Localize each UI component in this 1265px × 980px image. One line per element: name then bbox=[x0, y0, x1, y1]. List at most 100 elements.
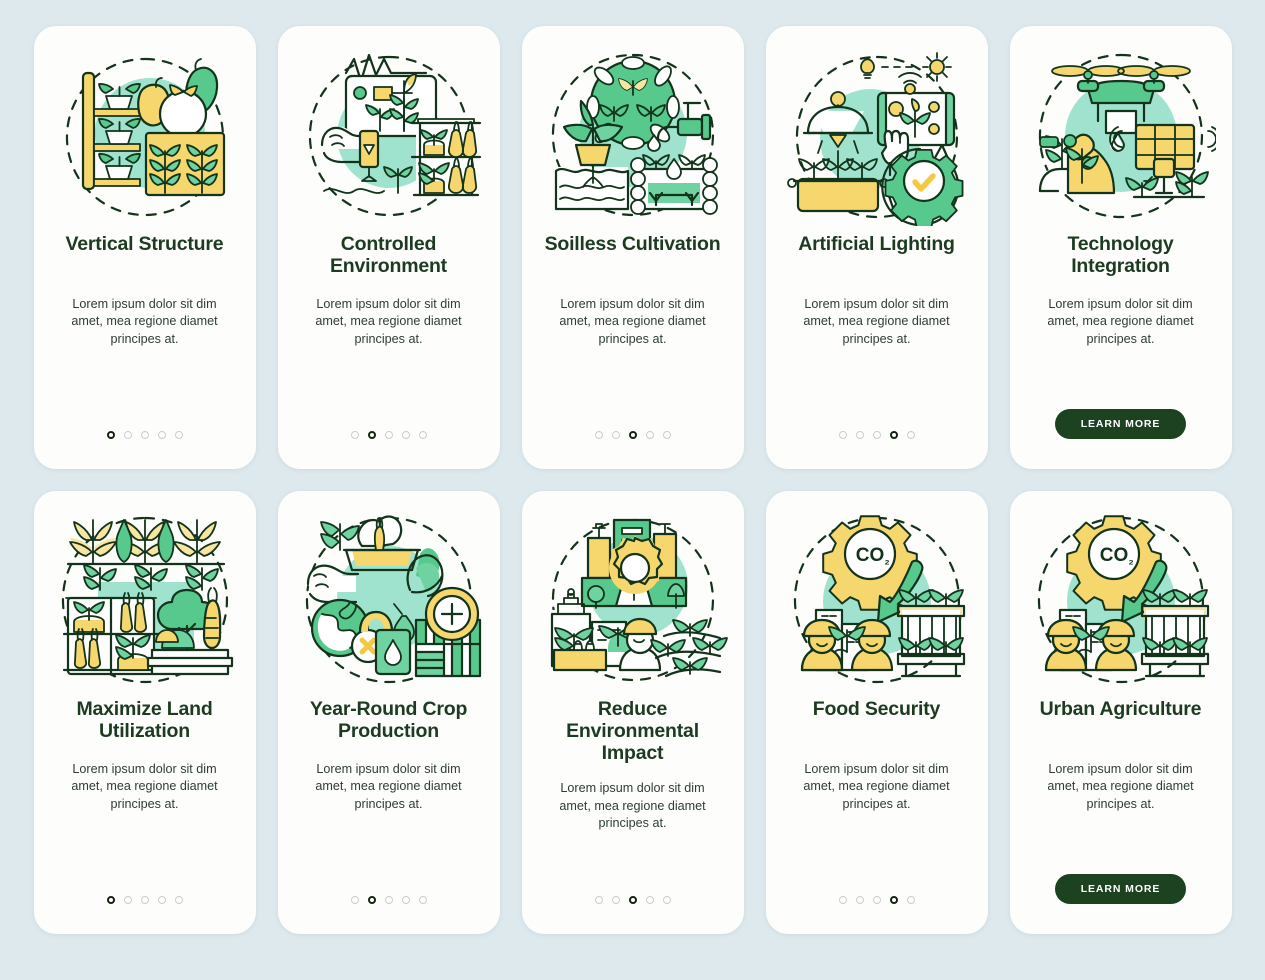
page-indicator-dots bbox=[106, 431, 183, 439]
card-body-text: Lorem ipsum dolor sit dim amet, mea regi… bbox=[559, 781, 706, 830]
page-dot[interactable] bbox=[906, 896, 915, 904]
page-dot[interactable] bbox=[872, 431, 881, 439]
card-body-text: Lorem ipsum dolor sit dim amet, mea regi… bbox=[803, 297, 950, 346]
page-dot[interactable] bbox=[350, 896, 359, 904]
reduce-environmental-impact-illustration bbox=[522, 491, 744, 699]
svg-text:CO: CO bbox=[1099, 545, 1128, 566]
card-footer bbox=[34, 896, 256, 904]
page-dot[interactable] bbox=[350, 431, 359, 439]
svg-text:CO: CO bbox=[855, 545, 884, 566]
card-footer: LEARN MORE bbox=[1010, 874, 1232, 904]
controlled-environment-illustration bbox=[278, 26, 500, 234]
page-dot-active[interactable] bbox=[367, 896, 376, 904]
onboarding-card: CO ₂ Food Security Lorem ipsum dolor sit… bbox=[765, 491, 988, 934]
page-dot-active[interactable] bbox=[367, 431, 376, 439]
technology-integration-illustration bbox=[1010, 26, 1232, 234]
page-dot[interactable] bbox=[906, 431, 915, 439]
maximize-land-utilization-illustration bbox=[34, 491, 256, 699]
onboarding-card: Controlled Environment Lorem ipsum dolor … bbox=[277, 26, 500, 469]
page-indicator-dots bbox=[594, 431, 671, 439]
page-dot[interactable] bbox=[838, 896, 847, 904]
svg-text:₂: ₂ bbox=[884, 553, 889, 567]
page-dot[interactable] bbox=[401, 896, 410, 904]
page-indicator-dots bbox=[106, 896, 183, 904]
onboarding-card: Technology Integration Lorem ipsum dolor … bbox=[1009, 26, 1232, 469]
card-body-text: Lorem ipsum dolor sit dim amet, mea regi… bbox=[559, 297, 706, 346]
card-body-text: Lorem ipsum dolor sit dim amet, mea regi… bbox=[1047, 297, 1194, 346]
page-dot[interactable] bbox=[855, 431, 864, 439]
card-body-text: Lorem ipsum dolor sit dim amet, mea regi… bbox=[315, 297, 462, 346]
card-title: Year-Round Crop Production bbox=[309, 698, 468, 742]
page-dot[interactable] bbox=[384, 431, 393, 439]
card-title: Artificial Lighting bbox=[798, 233, 955, 255]
page-dot[interactable] bbox=[157, 431, 166, 439]
page-indicator-dots bbox=[838, 431, 915, 439]
page-indicator-dots bbox=[594, 896, 671, 904]
page-dot[interactable] bbox=[838, 431, 847, 439]
page-dot[interactable] bbox=[157, 896, 166, 904]
page-indicator-dots bbox=[350, 431, 427, 439]
page-dot[interactable] bbox=[662, 431, 671, 439]
page-dot[interactable] bbox=[645, 431, 654, 439]
page-dot[interactable] bbox=[174, 896, 183, 904]
onboarding-card: Soilless Cultivation Lorem ipsum dolor si… bbox=[521, 26, 744, 469]
card-footer bbox=[278, 431, 500, 439]
page-dot[interactable] bbox=[645, 896, 654, 904]
page-dot[interactable] bbox=[123, 896, 132, 904]
page-dot-active[interactable] bbox=[628, 431, 637, 439]
learn-more-button[interactable]: LEARN MORE bbox=[1054, 874, 1187, 904]
urban-agriculture-illustration: CO ₂ bbox=[1010, 491, 1232, 699]
card-title: Soilless Cultivation bbox=[544, 233, 721, 255]
page-dot[interactable] bbox=[174, 431, 183, 439]
card-footer bbox=[34, 431, 256, 439]
page-dot-active[interactable] bbox=[889, 431, 898, 439]
card-body-text: Lorem ipsum dolor sit dim amet, mea regi… bbox=[803, 762, 950, 811]
card-footer bbox=[278, 896, 500, 904]
food-security-illustration: CO ₂ bbox=[766, 491, 988, 699]
page-dot[interactable] bbox=[418, 896, 427, 904]
page-dot[interactable] bbox=[855, 896, 864, 904]
learn-more-button[interactable]: LEARN MORE bbox=[1054, 409, 1187, 439]
page-indicator-dots bbox=[350, 896, 427, 904]
card-title: Controlled Environment bbox=[330, 233, 447, 277]
card-footer: LEARN MORE bbox=[1010, 409, 1232, 439]
onboarding-card: Vertical Structure Lorem ipsum dolor sit … bbox=[33, 26, 256, 469]
page-dot-active[interactable] bbox=[106, 896, 115, 904]
card-footer bbox=[522, 896, 744, 904]
card-title: Technology Integration bbox=[1067, 233, 1174, 277]
page-indicator-dots bbox=[838, 896, 915, 904]
onboarding-card: CO ₂ Urban Agriculture Lorem ipsum dolor… bbox=[1009, 491, 1232, 934]
card-footer bbox=[522, 431, 744, 439]
page-dot[interactable] bbox=[662, 896, 671, 904]
onboarding-card: Year-Round Crop Production Lorem ipsum do… bbox=[277, 491, 500, 934]
card-body-text: Lorem ipsum dolor sit dim amet, mea regi… bbox=[315, 762, 462, 811]
card-body-text: Lorem ipsum dolor sit dim amet, mea regi… bbox=[71, 297, 218, 346]
vertical-structure-illustration bbox=[34, 26, 256, 234]
card-footer bbox=[766, 431, 988, 439]
page-dot[interactable] bbox=[401, 431, 410, 439]
page-dot-active[interactable] bbox=[889, 896, 898, 904]
card-title: Reduce Environmental Impact bbox=[566, 698, 699, 764]
page-dot[interactable] bbox=[123, 431, 132, 439]
page-dot[interactable] bbox=[611, 431, 620, 439]
page-dot[interactable] bbox=[872, 896, 881, 904]
page-dot[interactable] bbox=[140, 431, 149, 439]
onboarding-screens-grid: Vertical Structure Lorem ipsum dolor sit … bbox=[0, 0, 1265, 980]
card-body-text: Lorem ipsum dolor sit dim amet, mea regi… bbox=[71, 762, 218, 811]
card-title: Maximize Land Utilization bbox=[76, 698, 213, 742]
onboarding-card: Artificial Lighting Lorem ipsum dolor sit… bbox=[765, 26, 988, 469]
page-dot-active[interactable] bbox=[628, 896, 637, 904]
page-dot-active[interactable] bbox=[106, 431, 115, 439]
card-title: Urban Agriculture bbox=[1039, 698, 1202, 720]
page-dot[interactable] bbox=[418, 431, 427, 439]
page-dot[interactable] bbox=[611, 896, 620, 904]
page-dot[interactable] bbox=[384, 896, 393, 904]
page-dot[interactable] bbox=[594, 896, 603, 904]
card-title: Food Security bbox=[812, 698, 941, 720]
card-title: Vertical Structure bbox=[65, 233, 224, 255]
page-dot[interactable] bbox=[594, 431, 603, 439]
card-body-text: Lorem ipsum dolor sit dim amet, mea regi… bbox=[1047, 762, 1194, 811]
onboarding-card: Reduce Environmental Impact Lorem ipsum d… bbox=[521, 491, 744, 934]
artificial-lighting-illustration bbox=[766, 26, 988, 234]
page-dot[interactable] bbox=[140, 896, 149, 904]
